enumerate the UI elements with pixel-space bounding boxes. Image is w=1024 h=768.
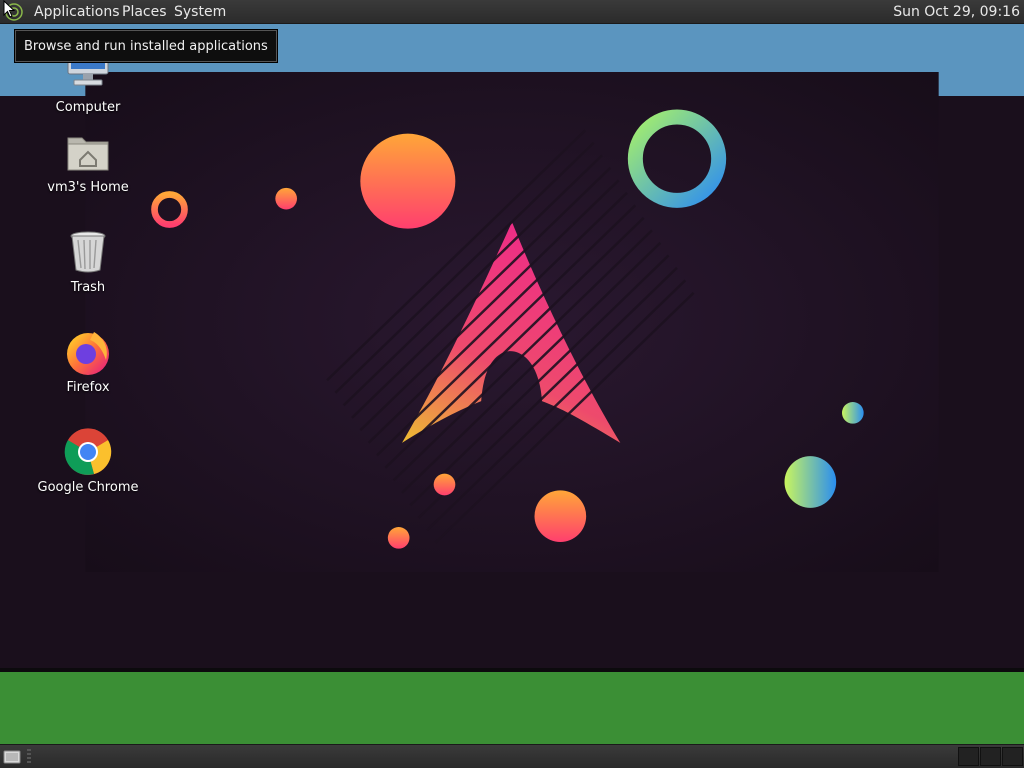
workspace-2[interactable]: [980, 747, 1001, 766]
desktop-icon-label: Trash: [70, 280, 106, 295]
desktop-icon-label: vm3's Home: [47, 180, 129, 195]
desktop-icon-firefox[interactable]: Firefox: [28, 328, 148, 395]
clock[interactable]: Sun Oct 29, 09:16: [893, 4, 1020, 20]
firefox-icon: [64, 328, 112, 376]
desktop-wallpaper: [85, 72, 939, 572]
show-desktop-icon[interactable]: [3, 748, 21, 766]
desktop-icon-home[interactable]: vm3's Home: [28, 128, 148, 195]
workspace-1[interactable]: [958, 747, 979, 766]
wallpaper-bottom-band: [0, 672, 1024, 744]
home-folder-icon: [64, 128, 112, 176]
desktop-icon-label: Google Chrome: [37, 480, 139, 495]
bottom-panel: [0, 744, 1024, 768]
trash-icon: [64, 228, 112, 276]
desktop-icon-chrome[interactable]: Google Chrome: [28, 428, 148, 495]
menu-system[interactable]: System: [174, 4, 226, 20]
menu-applications[interactable]: Applications: [34, 4, 120, 20]
mouse-cursor-icon: [3, 0, 15, 18]
chrome-icon: [64, 428, 112, 476]
desktop-icon-label: Firefox: [66, 380, 110, 395]
workspace-3[interactable]: [1002, 747, 1023, 766]
desktop-icon-label: Computer: [55, 100, 121, 115]
desktop-icon-trash[interactable]: Trash: [28, 228, 148, 295]
menu-places[interactable]: Places: [122, 4, 167, 20]
tooltip: Browse and run installed applications: [15, 30, 277, 62]
top-panel: Applications Places System Sun Oct 29, 0…: [0, 0, 1024, 24]
panel-drag-handle[interactable]: [27, 749, 31, 765]
